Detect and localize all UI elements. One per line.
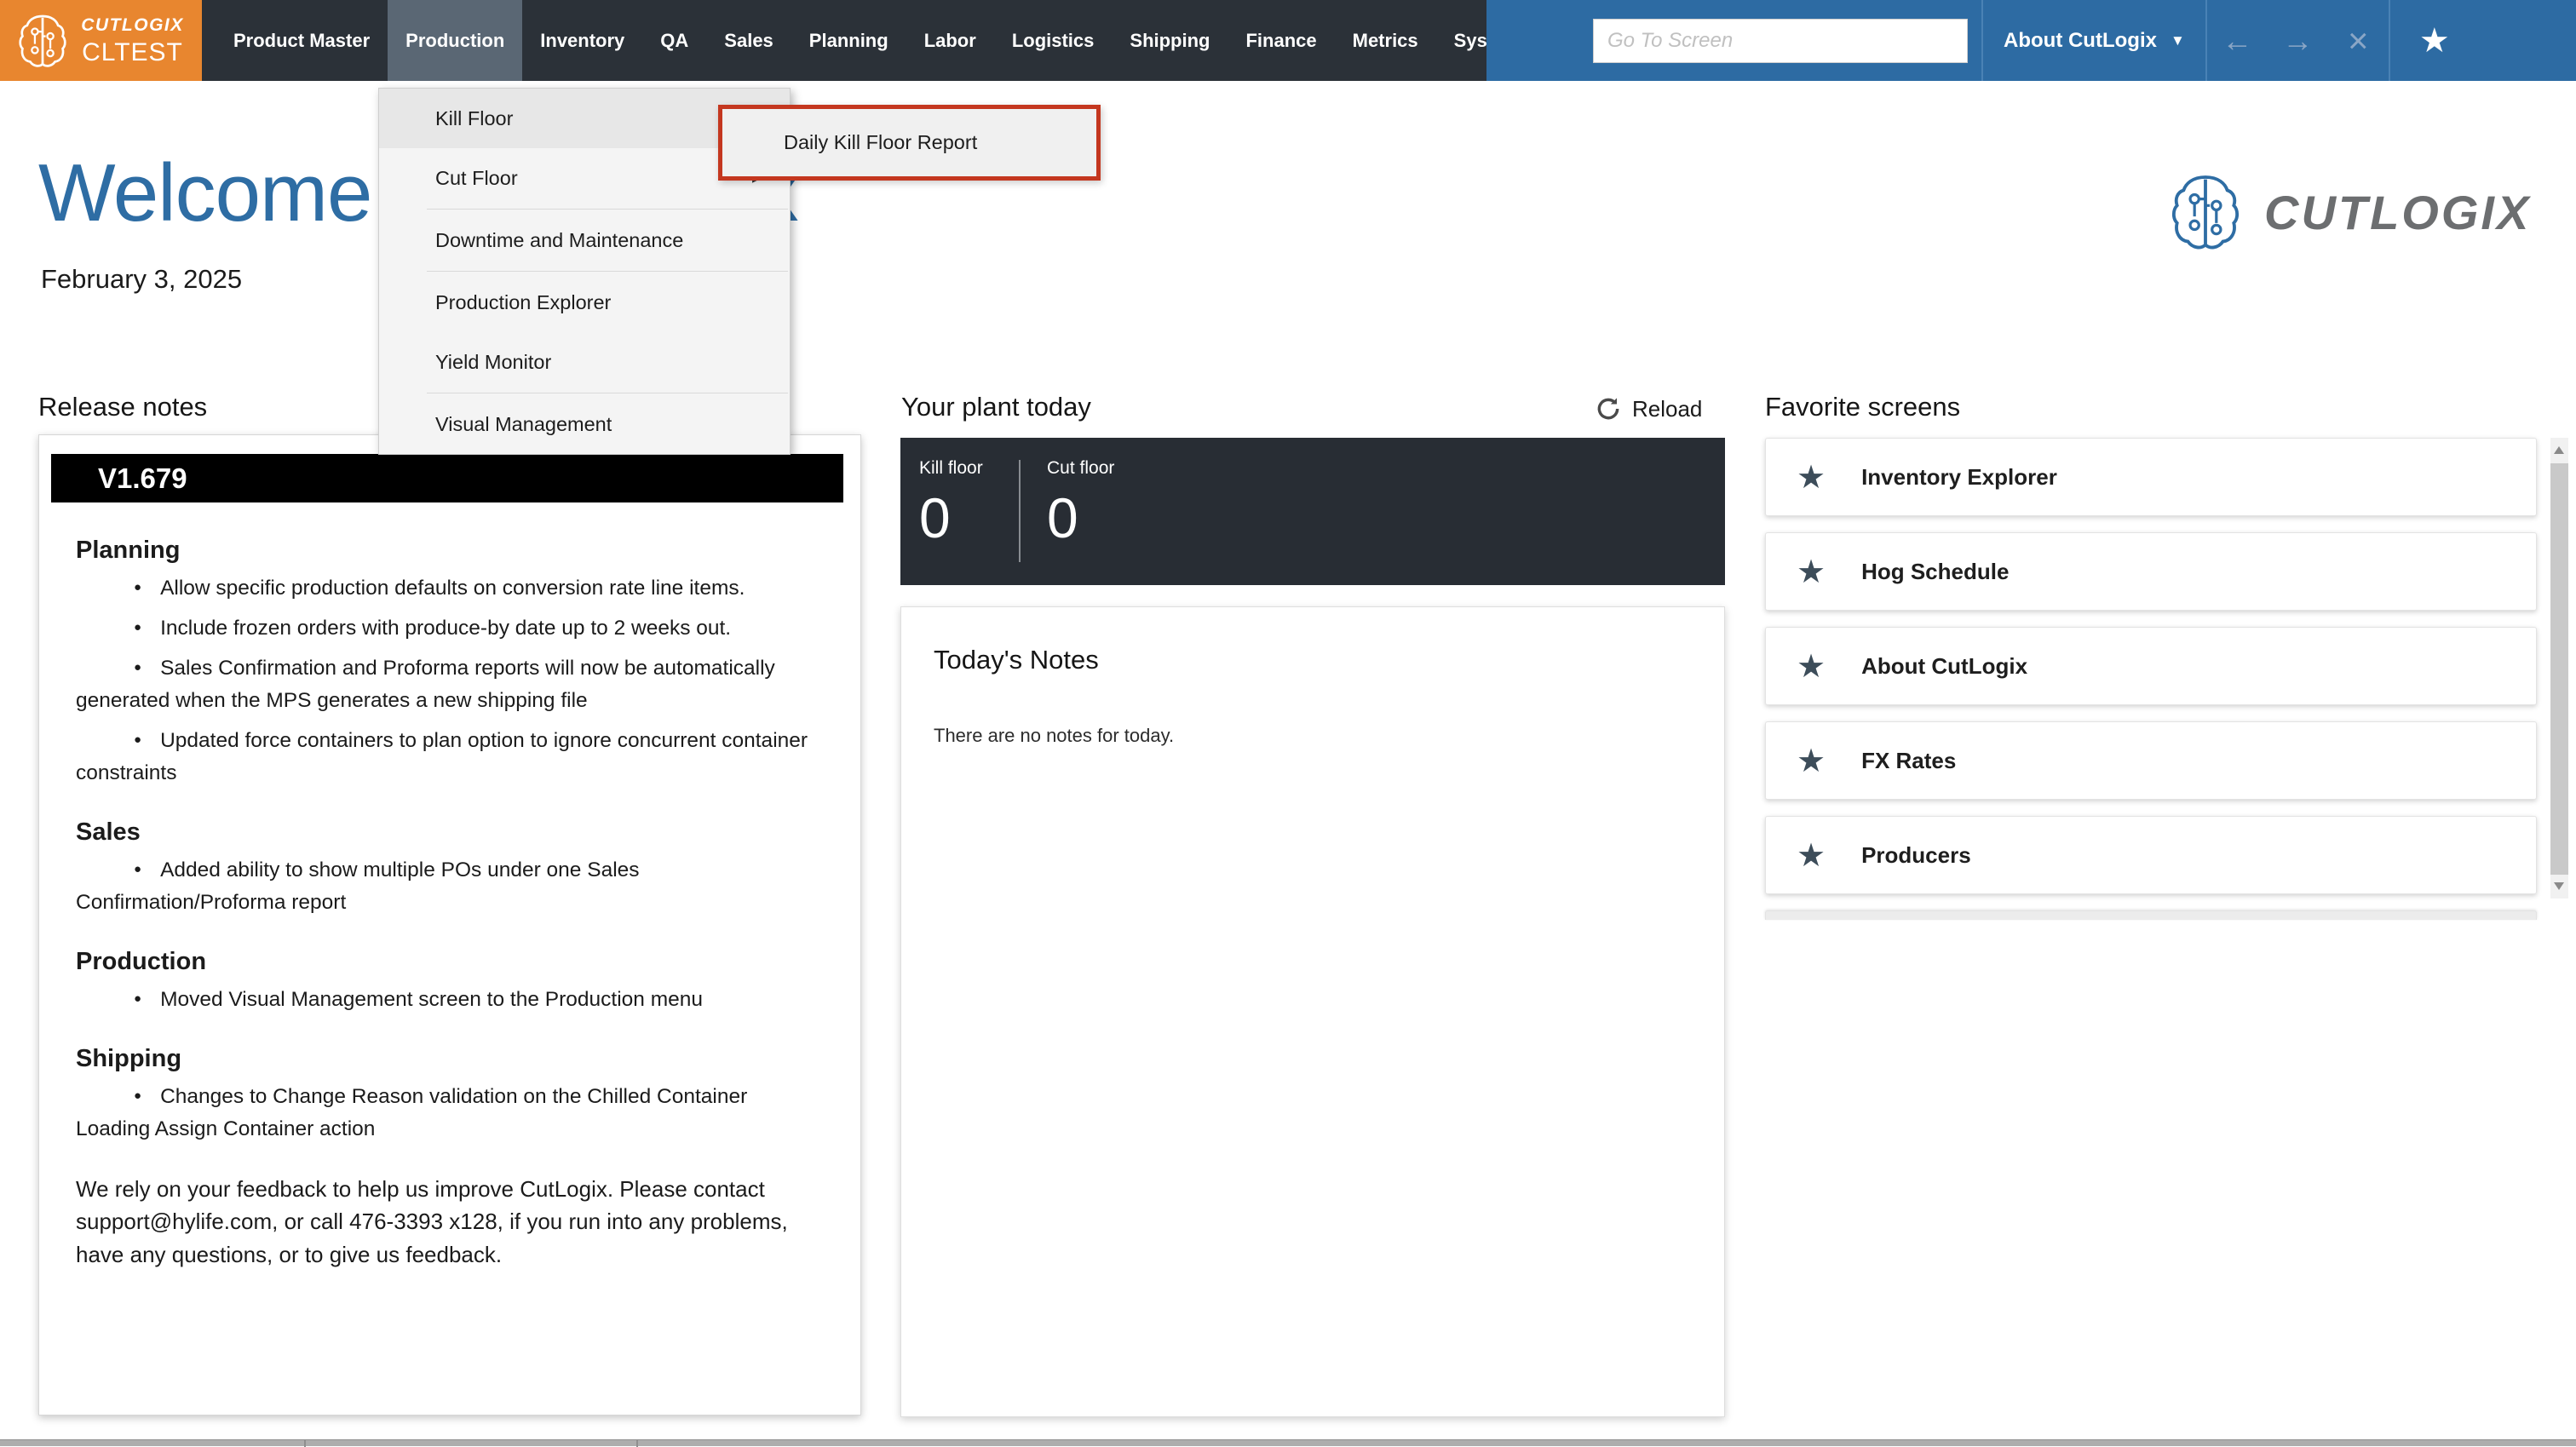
bullet-icon: ● xyxy=(134,580,141,594)
nav-item-metrics[interactable]: Metrics xyxy=(1335,0,1436,81)
submenu-item-daily-kill-floor-report[interactable]: Daily Kill Floor Report xyxy=(718,105,1101,181)
scroll-up-icon[interactable] xyxy=(2554,446,2564,454)
star-icon: ★ xyxy=(1797,742,1826,780)
reload-label: Reload xyxy=(1632,396,1702,422)
star-icon: ★ xyxy=(1797,553,1826,591)
favorite-screens-heading: Favorite screens xyxy=(1765,392,1960,422)
favorite-item-partial xyxy=(1765,910,2537,920)
nav-item-labor[interactable]: Labor xyxy=(906,0,994,81)
brand-environment: CLTEST xyxy=(82,40,183,66)
bullet-icon: ● xyxy=(134,991,141,1006)
release-notes-heading: Release notes xyxy=(38,392,207,422)
release-note-bullet: ●Added ability to show multiple POs unde… xyxy=(76,854,826,919)
bullet-icon: ● xyxy=(134,660,141,675)
menu-item-production-explorer[interactable]: Production Explorer xyxy=(379,273,790,332)
nav-right-section: About CutLogix ▼ ← → × ★ xyxy=(1486,0,2576,81)
bullet-icon: ● xyxy=(134,732,141,747)
release-note-bullet: ●Updated force containers to plan option… xyxy=(76,725,826,790)
section-title-sales: Sales xyxy=(76,818,826,847)
todays-notes-heading: Today's Notes xyxy=(934,645,1724,675)
todays-notes-empty-message: There are no notes for today. xyxy=(934,725,1724,747)
brand-block[interactable]: CUTLOGIX CLTEST xyxy=(0,0,202,81)
reload-icon xyxy=(1595,395,1622,422)
favorite-item-about-cutlogix[interactable]: ★ About CutLogix xyxy=(1765,627,2537,705)
favorites-scrollbar[interactable] xyxy=(2550,438,2568,899)
close-icon[interactable]: × xyxy=(2328,20,2389,61)
star-icon: ★ xyxy=(1797,647,1826,686)
current-date: February 3, 2025 xyxy=(41,264,242,295)
favorite-screens-list: ★ Inventory Explorer ★ Hog Schedule ★ Ab… xyxy=(1765,438,2537,920)
favorite-item-inventory-explorer[interactable]: ★ Inventory Explorer xyxy=(1765,438,2537,516)
about-cutlogix-dropdown[interactable]: About CutLogix ▼ xyxy=(1983,0,2205,81)
nav-item-planning[interactable]: Planning xyxy=(791,0,906,81)
scrollbar-thumb[interactable] xyxy=(2550,463,2568,875)
logo-brain-circuit-icon xyxy=(2171,169,2240,256)
version-banner: V1.679 xyxy=(51,454,843,502)
menu-item-yield-monitor[interactable]: Yield Monitor xyxy=(379,332,790,392)
nav-item-qa[interactable]: QA xyxy=(642,0,706,81)
window-nav-buttons: ← → × xyxy=(2207,0,2389,81)
menu-separator xyxy=(427,209,788,210)
release-notes-content: Planning ●Allow specific production defa… xyxy=(39,502,860,1271)
kill-floor-value: 0 xyxy=(919,485,983,550)
nav-item-shipping[interactable]: Shipping xyxy=(1112,0,1228,81)
release-note-bullet: ●Changes to Change Reason validation on … xyxy=(76,1081,826,1146)
kill-floor-label: Kill floor xyxy=(919,458,983,479)
section-title-planning: Planning xyxy=(76,537,826,565)
nav-item-inventory[interactable]: Inventory xyxy=(522,0,642,81)
favorite-item-hog-schedule[interactable]: ★ Hog Schedule xyxy=(1765,532,2537,611)
star-icon: ★ xyxy=(1797,458,1826,497)
menu-separator xyxy=(427,271,788,272)
menu-item-visual-management[interactable]: Visual Management xyxy=(379,394,790,454)
nav-item-logistics[interactable]: Logistics xyxy=(994,0,1113,81)
go-to-screen-input[interactable] xyxy=(1593,19,1968,63)
nav-menu: Product Master Production Inventory QA S… xyxy=(202,0,1538,81)
bullet-icon: ● xyxy=(134,1088,141,1103)
cutlogix-logo: CUTLOGIX xyxy=(2171,169,2531,256)
nav-item-finance[interactable]: Finance xyxy=(1228,0,1334,81)
logo-wordmark: CUTLOGIX xyxy=(2264,185,2531,240)
nav-item-sales[interactable]: Sales xyxy=(706,0,791,81)
release-note-bullet: ●Include frozen orders with produce-by d… xyxy=(76,612,826,645)
favorite-star-icon[interactable]: ★ xyxy=(2390,21,2479,60)
about-cutlogix-label: About CutLogix xyxy=(2004,29,2157,53)
feedback-note: We rely on your feedback to help us impr… xyxy=(76,1173,826,1271)
cut-floor-value: 0 xyxy=(1047,485,1114,550)
favorite-item-fx-rates[interactable]: ★ FX Rates xyxy=(1765,721,2537,800)
section-title-production: Production xyxy=(76,948,826,976)
favorite-item-producers[interactable]: ★ Producers xyxy=(1765,816,2537,894)
bullet-icon: ● xyxy=(134,862,141,876)
back-arrow-icon[interactable]: ← xyxy=(2207,23,2268,59)
nav-item-product-master[interactable]: Product Master xyxy=(216,0,388,81)
reload-button[interactable]: Reload xyxy=(1595,395,1702,422)
todays-notes-card: Today's Notes There are no notes for tod… xyxy=(900,606,1725,1417)
release-note-bullet: ●Moved Visual Management screen to the P… xyxy=(76,984,826,1016)
release-notes-card: V1.679 Planning ●Allow specific producti… xyxy=(38,434,861,1415)
menu-item-downtime-and-maintenance[interactable]: Downtime and Maintenance xyxy=(379,210,790,270)
cut-floor-metric: Cut floor 0 xyxy=(1047,458,1114,550)
top-navigation-bar: CUTLOGIX CLTEST Product Master Productio… xyxy=(0,0,2576,81)
release-note-bullet: ●Allow specific production defaults on c… xyxy=(76,572,826,605)
bullet-icon: ● xyxy=(134,620,141,634)
plant-today-panel: Kill floor 0 Cut floor 0 xyxy=(900,438,1725,585)
plant-today-heading: Your plant today xyxy=(901,392,1091,422)
kill-floor-metric: Kill floor 0 xyxy=(919,458,983,550)
scroll-down-icon[interactable] xyxy=(2554,882,2564,890)
metric-divider xyxy=(1019,460,1021,562)
cut-floor-label: Cut floor xyxy=(1047,458,1114,479)
brand-name: CUTLOGIX xyxy=(81,16,184,34)
forward-arrow-icon[interactable]: → xyxy=(2268,23,2328,59)
release-note-bullet: ●Sales Confirmation and Proforma reports… xyxy=(76,652,826,717)
bottom-taskbar-edge xyxy=(0,1439,2576,1446)
star-icon: ★ xyxy=(1797,836,1826,875)
section-title-shipping: Shipping xyxy=(76,1045,826,1073)
chevron-down-icon: ▼ xyxy=(2171,32,2185,49)
nav-item-production[interactable]: Production xyxy=(388,0,522,81)
brand-brain-circuit-icon xyxy=(18,13,67,69)
